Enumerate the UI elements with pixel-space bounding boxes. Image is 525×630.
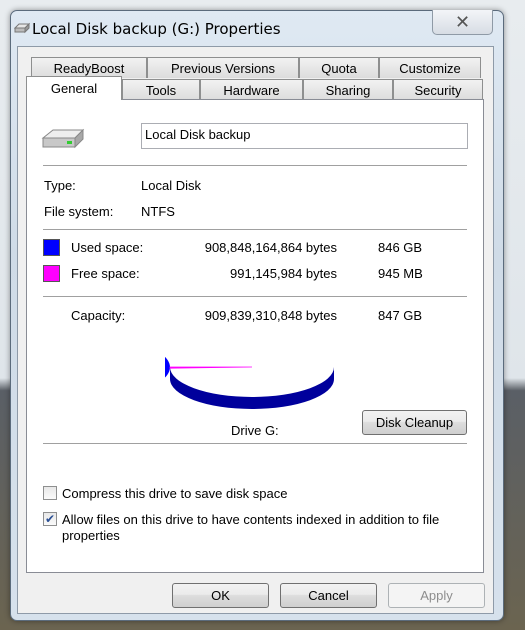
window-title: Local Disk backup (G:) Properties — [32, 20, 281, 38]
free-space-size: 945 MB — [378, 266, 423, 281]
index-checkbox[interactable]: ✔ — [43, 512, 57, 526]
divider — [43, 165, 467, 166]
tab-label: Previous Versions — [170, 60, 276, 76]
tab-label: General — [50, 81, 98, 96]
tab-row-1: ReadyBoost Previous Versions Quota Custo… — [31, 57, 481, 78]
drive-icon — [14, 22, 30, 34]
cancel-button[interactable]: Cancel — [280, 583, 377, 608]
tab-sharing[interactable]: Sharing — [303, 79, 393, 100]
divider — [43, 443, 467, 444]
button-label: Apply — [420, 588, 453, 603]
ok-button[interactable]: OK — [172, 583, 269, 608]
tab-label: Sharing — [325, 82, 371, 98]
drive-name-value: Local Disk backup — [145, 127, 251, 142]
pie-slice-free — [169, 366, 253, 369]
free-space-bytes: 991,145,984 bytes — [230, 266, 337, 281]
type-value: Local Disk — [141, 178, 201, 193]
capacity-size: 847 GB — [378, 308, 423, 323]
disk-cleanup-button[interactable]: Disk Cleanup — [362, 410, 467, 435]
tab-previous-versions[interactable]: Previous Versions — [147, 57, 299, 78]
index-label-line2: properties — [62, 528, 120, 543]
tab-readyboost[interactable]: ReadyBoost — [31, 57, 147, 78]
tab-row-2: General Tools Hardware Sharing Security — [26, 76, 483, 100]
disk-usage-pie — [165, 356, 334, 409]
pie-side — [170, 367, 334, 409]
divider — [43, 296, 467, 297]
divider — [43, 229, 467, 230]
button-label: Disk Cleanup — [375, 415, 454, 430]
free-space-label: Free space: — [71, 266, 140, 281]
compress-checkbox[interactable] — [43, 486, 57, 500]
tab-tools[interactable]: Tools — [122, 79, 200, 100]
drive-name-input[interactable]: Local Disk backup — [141, 123, 468, 149]
free-space-swatch — [43, 265, 60, 282]
tab-label: Hardware — [223, 82, 280, 98]
drive-label: Drive G: — [231, 423, 279, 438]
used-space-bytes: 908,848,164,864 bytes — [204, 240, 337, 255]
tab-label: Quota — [321, 60, 357, 76]
tab-hardware[interactable]: Hardware — [200, 79, 303, 100]
used-space-size: 846 GB — [378, 240, 423, 255]
tab-security[interactable]: Security — [393, 79, 483, 100]
close-icon: ✕ — [454, 11, 471, 32]
index-label-line1: Allow files on this drive to have conten… — [62, 512, 440, 527]
tab-general[interactable]: General — [26, 76, 122, 100]
button-label: OK — [211, 588, 230, 603]
tab-label: Security — [414, 82, 462, 98]
tab-label: ReadyBoost — [53, 60, 125, 76]
tab-label: Tools — [145, 82, 177, 98]
capacity-label: Capacity: — [71, 308, 126, 323]
used-space-swatch — [43, 239, 60, 256]
tab-quota[interactable]: Quota — [299, 57, 379, 78]
apply-button[interactable]: Apply — [388, 583, 485, 608]
file-system-label: File system: — [44, 204, 114, 219]
checkmark-icon: ✔ — [44, 512, 56, 526]
tab-label: Customize — [399, 60, 461, 76]
type-label: Type: — [44, 178, 76, 193]
tab-customize[interactable]: Customize — [379, 57, 481, 78]
hard-drive-icon — [41, 128, 85, 149]
close-button[interactable]: ✕ — [432, 10, 493, 35]
capacity-bytes: 909,839,310,848 bytes — [204, 308, 337, 323]
file-system-value: NTFS — [141, 204, 175, 219]
button-label: Cancel — [308, 588, 349, 603]
used-space-label: Used space: — [71, 240, 144, 255]
compress-label: Compress this drive to save disk space — [62, 486, 288, 501]
